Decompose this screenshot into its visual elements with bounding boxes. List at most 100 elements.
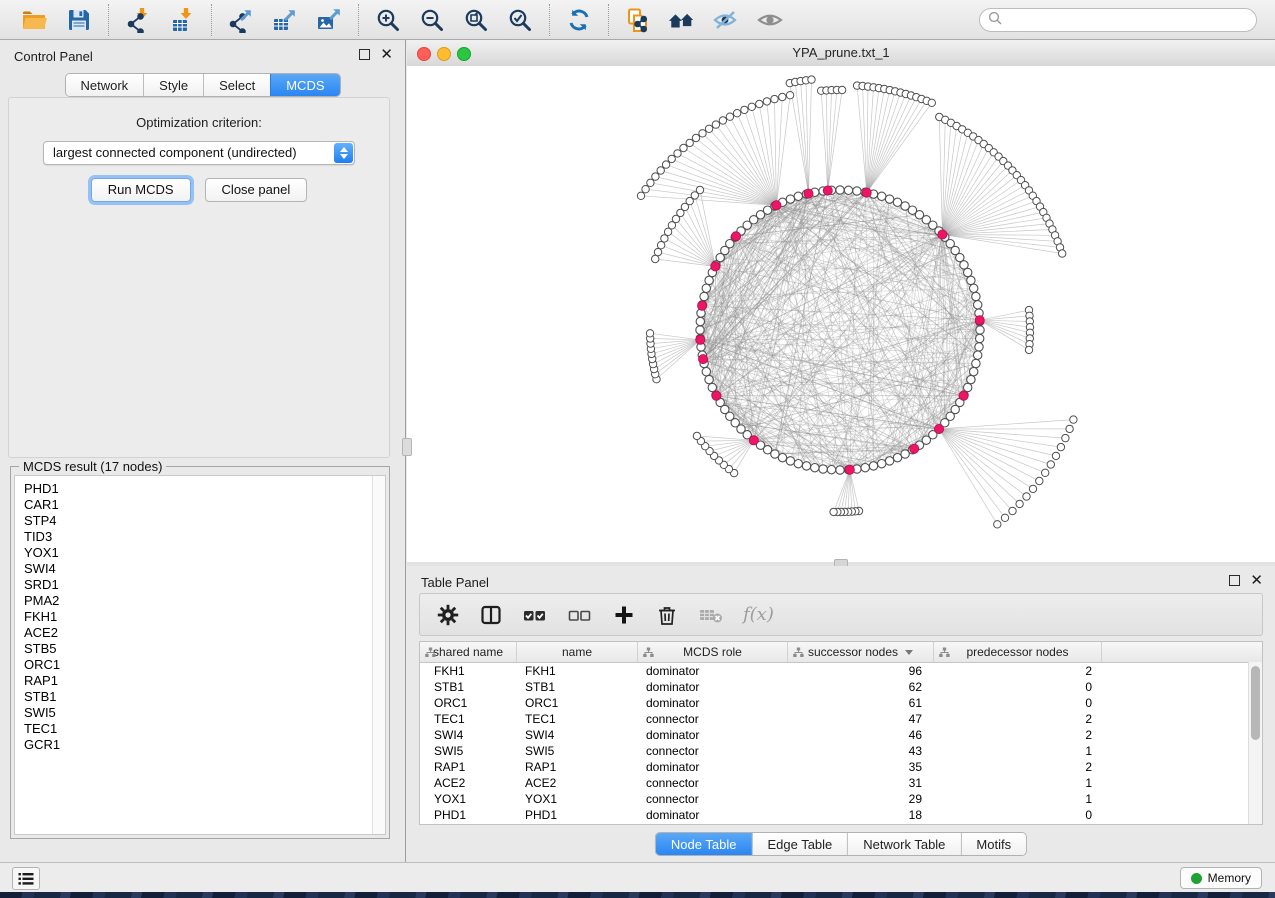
- tab-edge-table[interactable]: Edge Table: [751, 833, 847, 855]
- show-panels-button[interactable]: [12, 867, 40, 890]
- cell-successor-nodes: 46: [788, 727, 934, 743]
- memory-button-label: Memory: [1208, 871, 1251, 885]
- tab-network[interactable]: Network: [65, 74, 143, 96]
- column-header-successor-nodes[interactable]: successor nodes: [788, 642, 934, 662]
- export-image-icon[interactable]: [315, 6, 343, 34]
- mcds-result-item[interactable]: GCR1: [15, 737, 385, 753]
- result-list-scrollbar[interactable]: [372, 476, 385, 834]
- mcds-result-item[interactable]: STP4: [15, 513, 385, 529]
- show-all-icon[interactable]: [756, 6, 784, 34]
- table-options-icon[interactable]: [436, 603, 460, 627]
- cell-shared-name: SWI5: [420, 743, 517, 759]
- table-row[interactable]: SWI4SWI4dominator462: [420, 727, 1262, 743]
- table-row[interactable]: TEC1TEC1connector472: [420, 711, 1262, 727]
- vertical-splitter-grip[interactable]: [402, 438, 412, 456]
- mcds-result-item[interactable]: ORC1: [15, 657, 385, 673]
- close-panel-icon[interactable]: ✕: [380, 49, 393, 60]
- column-header-filler: [1102, 642, 1250, 662]
- run-mcds-button[interactable]: Run MCDS: [91, 178, 191, 202]
- unselect-all-columns-icon[interactable]: [567, 603, 593, 627]
- table-row[interactable]: YOX1YOX1connector291: [420, 791, 1262, 807]
- mcds-result-item[interactable]: ACE2: [15, 625, 385, 641]
- delete-columns-icon[interactable]: [655, 603, 679, 627]
- open-file-icon[interactable]: [21, 6, 49, 34]
- tab-select[interactable]: Select: [203, 74, 270, 96]
- float-panel-icon[interactable]: [359, 49, 370, 60]
- cell-successor-nodes: 61: [788, 695, 934, 711]
- column-label: predecessor nodes: [966, 645, 1068, 659]
- tab-style[interactable]: Style: [143, 74, 203, 96]
- network-graph[interactable]: [407, 66, 1275, 562]
- mcds-result-item[interactable]: TID3: [15, 529, 385, 545]
- mcds-result-item[interactable]: SWI4: [15, 561, 385, 577]
- mcds-result-item[interactable]: STB5: [15, 641, 385, 657]
- network-window-titlebar[interactable]: YPA_prune.txt_1: [407, 40, 1275, 67]
- table-row[interactable]: ACE2ACE2connector311: [420, 775, 1262, 791]
- column-header-predecessor-nodes[interactable]: predecessor nodes: [934, 642, 1102, 662]
- zoom-fit-icon[interactable]: [462, 6, 490, 34]
- refresh-layout-icon[interactable]: [565, 6, 593, 34]
- mcds-result-list[interactable]: PHD1CAR1STP4TID3YOX1SWI4SRD1PMA2FKH1ACE2…: [14, 475, 386, 835]
- mcds-result-item[interactable]: FKH1: [15, 609, 385, 625]
- column-header-shared-name[interactable]: shared name: [420, 642, 517, 662]
- mcds-result-item[interactable]: PMA2: [15, 593, 385, 609]
- mcds-result-item[interactable]: SWI5: [15, 705, 385, 721]
- zoom-in-icon[interactable]: [374, 6, 402, 34]
- table-row[interactable]: ORC1ORC1dominator610: [420, 695, 1262, 711]
- tab-mcds[interactable]: MCDS: [270, 74, 339, 96]
- export-network-icon[interactable]: [227, 6, 255, 34]
- save-session-icon[interactable]: [65, 6, 93, 34]
- cell-predecessor-nodes: 0: [934, 807, 1102, 823]
- status-bar: Memory: [0, 862, 1275, 892]
- table-scrollbar-thumb[interactable]: [1251, 666, 1260, 740]
- close-panel-button[interactable]: Close panel: [205, 178, 308, 202]
- cell-predecessor-nodes: 2: [934, 759, 1102, 775]
- cell-successor-nodes: 47: [788, 711, 934, 727]
- cell-successor-nodes: 96: [788, 663, 934, 679]
- table-row[interactable]: STB1STB1dominator620: [420, 679, 1262, 695]
- mcds-result-item[interactable]: RAP1: [15, 673, 385, 689]
- memory-button[interactable]: Memory: [1180, 867, 1262, 889]
- import-table-icon[interactable]: [168, 6, 196, 34]
- tab-node-table[interactable]: Node Table: [656, 833, 752, 855]
- cell-name: ORC1: [517, 695, 638, 711]
- search-input[interactable]: [1007, 10, 1256, 30]
- mcds-result-item[interactable]: YOX1: [15, 545, 385, 561]
- mcds-result-item[interactable]: PHD1: [15, 481, 385, 497]
- cell-name: SWI4: [517, 727, 638, 743]
- show-columns-icon[interactable]: [479, 603, 503, 627]
- mcds-result-item[interactable]: CAR1: [15, 497, 385, 513]
- table-row[interactable]: FKH1FKH1dominator962: [420, 663, 1262, 679]
- first-neighbors-icon[interactable]: [668, 6, 696, 34]
- table-row[interactable]: SWI5SWI5connector431: [420, 743, 1262, 759]
- cell-MCDS-role: connector: [638, 791, 788, 807]
- table-row[interactable]: RAP1RAP1dominator352: [420, 759, 1262, 775]
- list-icon: [18, 872, 34, 886]
- search-icon: [988, 11, 1002, 30]
- mcds-result-item[interactable]: TEC1: [15, 721, 385, 737]
- mcds-result-group: MCDS result (17 nodes) PHD1CAR1STP4TID3Y…: [10, 466, 390, 839]
- table-scrollbar[interactable]: [1248, 662, 1262, 824]
- create-column-icon[interactable]: [612, 603, 636, 627]
- mcds-result-item[interactable]: STB1: [15, 689, 385, 705]
- zoom-selected-icon[interactable]: [506, 6, 534, 34]
- import-network-icon[interactable]: [124, 6, 152, 34]
- export-table-icon[interactable]: [271, 6, 299, 34]
- cell-predecessor-nodes: 2: [934, 711, 1102, 727]
- table-row[interactable]: PHD1PHD1dominator180: [420, 807, 1262, 823]
- select-all-columns-icon[interactable]: [522, 603, 548, 627]
- column-header-MCDS-role[interactable]: MCDS role: [638, 642, 788, 662]
- table-toolbar: f(x): [419, 593, 1263, 636]
- table-body: FKH1FKH1dominator962STB1STB1dominator620…: [420, 663, 1262, 823]
- tab-network-table[interactable]: Network Table: [847, 833, 960, 855]
- criterion-select[interactable]: largest connected component (undirected): [43, 141, 355, 165]
- zoom-out-icon[interactable]: [418, 6, 446, 34]
- mcds-result-item[interactable]: SRD1: [15, 577, 385, 593]
- cell-name: STB1: [517, 679, 638, 695]
- tab-motifs[interactable]: Motifs: [960, 833, 1026, 855]
- duplicate-network-icon[interactable]: [624, 6, 652, 34]
- float-table-panel-icon[interactable]: [1229, 575, 1240, 586]
- close-table-panel-icon[interactable]: ✕: [1250, 575, 1263, 586]
- column-header-name[interactable]: name: [517, 642, 638, 662]
- hide-selected-icon[interactable]: [712, 6, 740, 34]
